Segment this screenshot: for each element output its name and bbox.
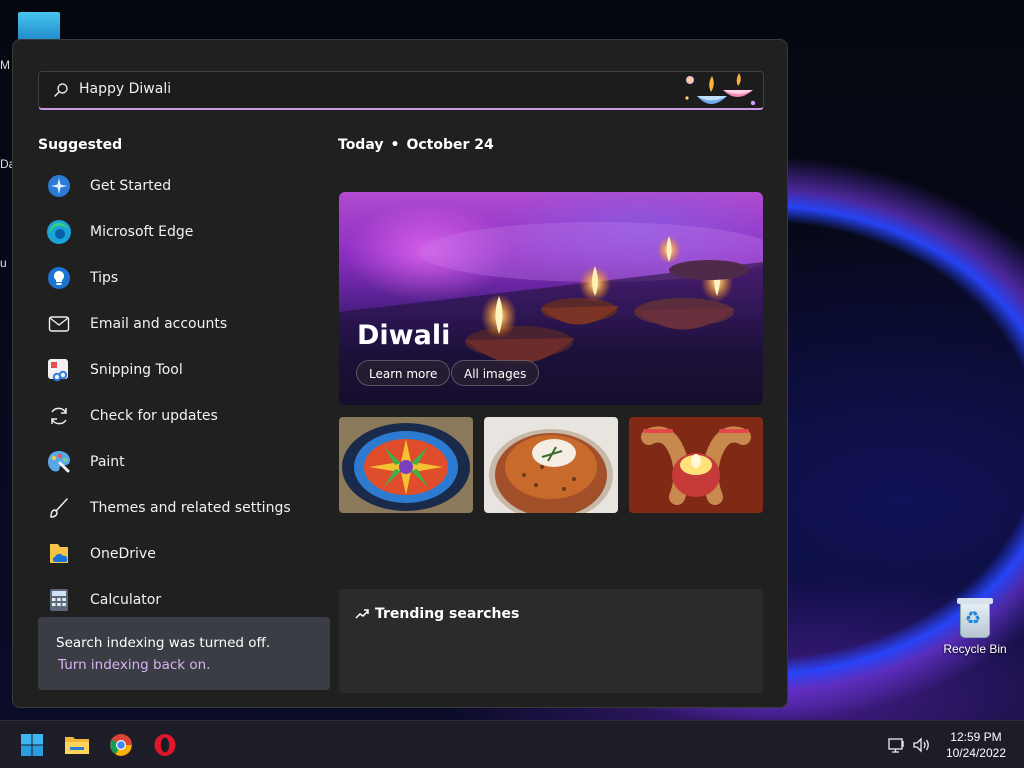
suggested-item-label: Microsoft Edge [90, 224, 194, 240]
sweets-thumbnail[interactable] [484, 417, 618, 513]
all-images-button[interactable]: All images [451, 360, 540, 386]
get-started-icon [46, 173, 72, 199]
clock-time: 12:59 PM [950, 730, 1002, 744]
file-explorer-button[interactable] [62, 730, 92, 760]
suggested-item-check-for-updates[interactable]: Check for updates [38, 393, 328, 439]
trending-searches-card: Trending searches [339, 589, 763, 693]
diwali-lamps-doodle-icon [685, 73, 756, 106]
desktop-icon[interactable] [18, 12, 60, 42]
search-input[interactable] [79, 81, 639, 97]
suggested-item-label: Email and accounts [90, 316, 228, 332]
suggested-heading: Suggested [38, 137, 123, 153]
file-explorer-icon [65, 737, 89, 754]
hero-title: Diwali [357, 320, 451, 351]
suggested-item-paint[interactable]: Paint [38, 439, 328, 485]
opera-button[interactable] [150, 730, 180, 760]
desktop-label-clipped-1: M [0, 58, 10, 72]
refresh-icon [46, 403, 72, 429]
clock[interactable]: 12:59 PM 10/24/2022 [946, 729, 1006, 761]
suggested-item-email-accounts[interactable]: Email and accounts [38, 301, 328, 347]
suggested-item-label: Get Started [90, 178, 172, 194]
trending-searches-title: Trending searches [375, 606, 520, 622]
trending-up-icon [355, 609, 369, 619]
brush-icon [46, 495, 72, 521]
suggested-item-label: Snipping Tool [90, 362, 183, 378]
suggested-item-label: OneDrive [90, 546, 156, 562]
suggested-item-tips[interactable]: Tips [38, 255, 328, 301]
search-box[interactable] [38, 71, 764, 110]
calculator-icon [46, 587, 72, 613]
snipping-tool-icon [46, 357, 72, 383]
recycle-bin-icon: ♻ [957, 596, 993, 638]
learn-more-button[interactable]: Learn more [356, 360, 451, 386]
diya-hands-thumbnail[interactable] [629, 417, 763, 513]
search-icon [54, 83, 68, 97]
suggested-item-label: Tips [90, 270, 119, 286]
suggested-item-themes-settings[interactable]: Themes and related settings [38, 485, 328, 531]
taskbar: 12:59 PM 10/24/2022 [0, 720, 1024, 768]
suggested-item-label: Paint [90, 454, 125, 470]
onedrive-icon [46, 541, 72, 567]
rangoli-thumbnail[interactable] [339, 417, 473, 513]
turn-indexing-on-link[interactable]: Turn indexing back on. [58, 657, 211, 673]
suggested-item-label: Calculator [90, 592, 162, 608]
suggested-list: Get Started Microsoft Edge Tips Email an… [38, 163, 328, 623]
clock-date: 10/24/2022 [945, 746, 1006, 760]
today-date: October 24 [406, 137, 494, 153]
start-button[interactable] [17, 730, 47, 760]
desktop-label-clipped-3: u [0, 256, 7, 270]
suggested-item-label: Check for updates [90, 408, 218, 424]
today-label: Today [338, 137, 384, 153]
today-header: Today • October 24 [338, 137, 494, 153]
network-icon[interactable] [887, 735, 907, 755]
suggested-item-label: Themes and related settings [90, 500, 291, 516]
suggested-item-get-started[interactable]: Get Started [38, 163, 328, 209]
paint-icon [46, 449, 72, 475]
chrome-icon [110, 734, 132, 756]
diwali-hero-card[interactable]: Diwali Learn more All images [339, 192, 763, 405]
opera-icon [154, 734, 176, 756]
mail-icon [46, 311, 72, 337]
indexing-notice-message: Search indexing was turned off. [56, 635, 271, 651]
suggested-item-onedrive[interactable]: OneDrive [38, 531, 328, 577]
chrome-button[interactable] [106, 730, 136, 760]
recycle-bin[interactable]: ♻ Recycle Bin [940, 596, 1010, 656]
indexing-notice: Search indexing was turned off. Turn ind… [38, 617, 330, 690]
recycle-bin-label: Recycle Bin [943, 642, 1007, 656]
tips-icon [46, 265, 72, 291]
search-panel: Suggested Get Started Microsoft Edge Tip… [12, 39, 788, 708]
edge-icon [46, 219, 72, 245]
start-icon [21, 734, 43, 756]
suggested-item-snipping-tool[interactable]: Snipping Tool [38, 347, 328, 393]
suggested-item-microsoft-edge[interactable]: Microsoft Edge [38, 209, 328, 255]
volume-icon[interactable] [911, 735, 931, 755]
